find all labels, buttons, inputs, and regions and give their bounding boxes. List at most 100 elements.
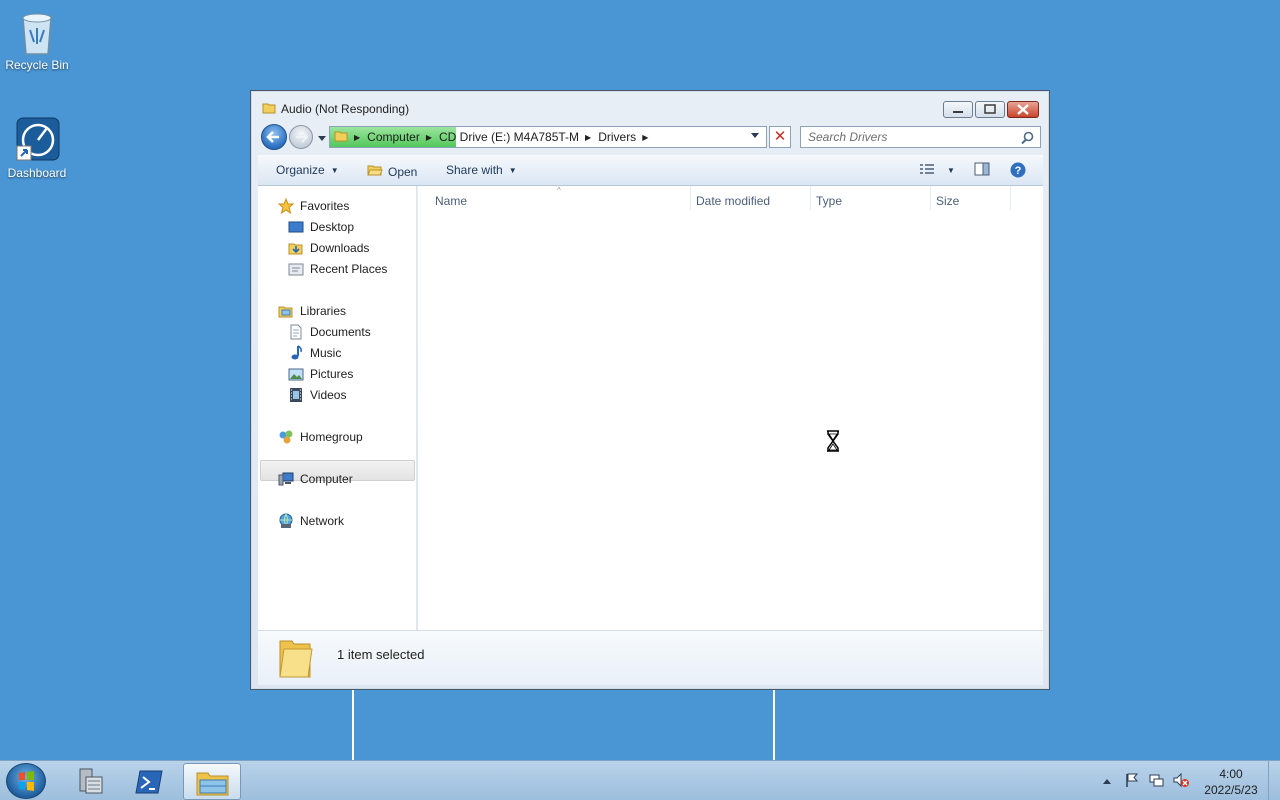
taskbar-powershell[interactable] bbox=[122, 763, 180, 800]
column-divider[interactable] bbox=[1010, 186, 1011, 210]
nav-computer[interactable]: Computer bbox=[278, 471, 353, 487]
clock-time: 4:00 bbox=[1219, 767, 1243, 781]
network-status-icon[interactable] bbox=[1148, 772, 1164, 791]
powershell-icon bbox=[135, 770, 163, 794]
nav-music[interactable]: Music bbox=[288, 345, 341, 361]
nav-videos[interactable]: Videos bbox=[288, 387, 346, 403]
show-hidden-icons-button[interactable] bbox=[1102, 774, 1112, 788]
nav-label: Music bbox=[310, 346, 342, 360]
breadcrumb-drivers[interactable]: Drivers bbox=[598, 130, 636, 144]
minimize-button[interactable] bbox=[943, 101, 973, 118]
details-view-icon bbox=[920, 164, 934, 174]
search-box[interactable] bbox=[800, 126, 1041, 148]
recent-pages-dropdown[interactable] bbox=[317, 132, 327, 146]
column-header-name[interactable]: Name bbox=[435, 194, 467, 208]
nav-label: Downloads bbox=[310, 241, 370, 255]
maximize-button[interactable] bbox=[975, 101, 1005, 118]
chevron-down-icon: ▼ bbox=[508, 165, 517, 175]
breadcrumb-computer[interactable]: Computer bbox=[367, 130, 420, 144]
close-button[interactable] bbox=[1007, 101, 1039, 118]
command-bar: Organize ▼ Open Share with ▼ ▼ ? bbox=[258, 155, 1043, 186]
nav-label: Favorites bbox=[300, 199, 350, 213]
taskbar: 4:00 2022/5/23 bbox=[0, 760, 1280, 800]
file-list-pane[interactable]: ^ Name Date modified Type Size bbox=[418, 186, 1043, 630]
nav-label: Computer bbox=[300, 472, 353, 486]
network-icon bbox=[278, 513, 294, 529]
help-button[interactable]: ? bbox=[1010, 162, 1026, 178]
nav-downloads[interactable]: Downloads bbox=[288, 240, 369, 256]
star-icon bbox=[277, 197, 295, 215]
breadcrumb-arrow[interactable]: ▶ bbox=[585, 133, 591, 142]
music-note-icon bbox=[288, 345, 304, 361]
nav-label: Network bbox=[300, 514, 345, 528]
hourglass-cursor-icon bbox=[826, 430, 840, 455]
homegroup-icon bbox=[278, 429, 294, 445]
taskbar-clock[interactable]: 4:00 2022/5/23 bbox=[1196, 766, 1266, 798]
search-input[interactable] bbox=[801, 127, 1011, 147]
address-row: ▶ Computer ▶ CD Drive (E:) M4A785T-M ▶ D… bbox=[259, 124, 1043, 150]
column-header-type[interactable]: Type bbox=[816, 194, 842, 208]
breadcrumb-arrow[interactable]: ▶ bbox=[642, 133, 648, 142]
help-icon: ? bbox=[1010, 162, 1026, 178]
breadcrumb-cd-drive[interactable]: CD Drive (E:) M4A785T-M bbox=[439, 130, 579, 144]
column-header-date-modified[interactable]: Date modified bbox=[696, 194, 770, 208]
desktop-icon bbox=[288, 219, 304, 235]
column-divider[interactable] bbox=[930, 186, 931, 210]
address-bar[interactable]: ▶ Computer ▶ CD Drive (E:) M4A785T-M ▶ D… bbox=[329, 126, 767, 148]
column-divider[interactable] bbox=[690, 186, 691, 210]
nav-desktop[interactable]: Desktop bbox=[288, 219, 354, 235]
nav-network[interactable]: Network bbox=[278, 513, 344, 529]
server-manager-icon bbox=[79, 768, 103, 794]
nav-libraries[interactable]: Libraries bbox=[278, 303, 346, 319]
back-button[interactable] bbox=[261, 124, 287, 150]
column-header-size[interactable]: Size bbox=[936, 194, 959, 208]
selection-status: 1 item selected bbox=[337, 647, 425, 662]
organize-button[interactable]: Organize ▼ bbox=[276, 163, 339, 177]
column-divider[interactable] bbox=[810, 186, 811, 210]
start-button[interactable] bbox=[6, 763, 46, 799]
forward-button[interactable] bbox=[289, 125, 313, 149]
chevron-down-icon: ▼ bbox=[330, 165, 339, 175]
sort-ascending-icon: ^ bbox=[557, 186, 561, 195]
preview-pane-button[interactable] bbox=[974, 162, 990, 177]
nav-label: Documents bbox=[310, 325, 371, 339]
explorer-window[interactable]: Audio (Not Responding) ▶ Computer ▶ CD D… bbox=[250, 90, 1050, 690]
taskbar-server-manager[interactable] bbox=[62, 763, 120, 800]
open-button[interactable]: Open bbox=[367, 163, 417, 180]
window-title: Audio (Not Responding) bbox=[281, 102, 410, 116]
window-ghost-line bbox=[773, 690, 775, 760]
desktop-icon-dashboard[interactable]: Dashboard bbox=[0, 116, 74, 180]
navigation-pane: Favorites Desktop Downloads Recent Place… bbox=[258, 186, 417, 630]
title-bar[interactable]: Audio (Not Responding) bbox=[251, 91, 1049, 123]
nav-label: Recent Places bbox=[310, 262, 388, 276]
view-options-button[interactable]: ▼ bbox=[919, 163, 955, 177]
documents-icon bbox=[288, 324, 304, 340]
action-center-flag-icon[interactable] bbox=[1124, 772, 1140, 791]
nav-documents[interactable]: Documents bbox=[288, 324, 371, 340]
nav-pictures[interactable]: Pictures bbox=[288, 366, 353, 382]
libraries-icon bbox=[278, 303, 294, 319]
film-icon bbox=[288, 387, 304, 403]
folder-icon bbox=[278, 637, 314, 682]
taskbar-windows-explorer[interactable] bbox=[183, 763, 241, 800]
breadcrumb-arrow[interactable]: ▶ bbox=[426, 133, 432, 142]
desktop-icon-label: Dashboard bbox=[7, 166, 67, 180]
address-history-dropdown[interactable] bbox=[750, 132, 760, 142]
show-desktop-button[interactable] bbox=[1268, 761, 1280, 800]
chevron-down-icon: ▼ bbox=[947, 165, 955, 175]
share-with-button[interactable]: Share with ▼ bbox=[446, 163, 517, 177]
nav-favorites[interactable]: Favorites bbox=[277, 197, 350, 215]
search-icon[interactable] bbox=[1021, 131, 1034, 147]
desktop-icon-recycle-bin[interactable]: Recycle Bin bbox=[0, 8, 74, 72]
stop-loading-button[interactable]: ✕ bbox=[769, 126, 791, 148]
open-folder-icon bbox=[367, 163, 383, 180]
organize-label: Organize bbox=[276, 163, 325, 177]
recent-places-icon bbox=[288, 261, 304, 277]
svg-text:?: ? bbox=[1015, 165, 1022, 177]
dashboard-icon bbox=[13, 116, 61, 164]
breadcrumb-arrow[interactable]: ▶ bbox=[354, 133, 360, 142]
nav-homegroup[interactable]: Homegroup bbox=[278, 429, 363, 445]
volume-muted-icon[interactable] bbox=[1172, 772, 1190, 791]
nav-label: Pictures bbox=[310, 367, 354, 381]
nav-recent-places[interactable]: Recent Places bbox=[288, 261, 387, 277]
